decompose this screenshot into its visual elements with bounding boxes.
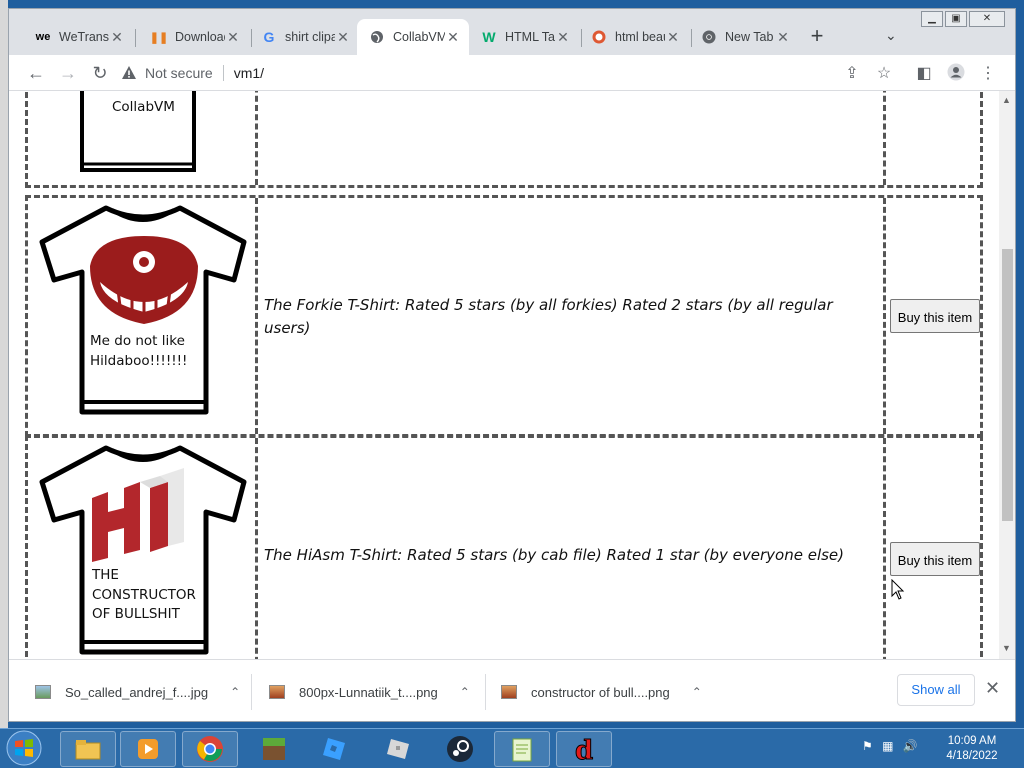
globe-icon xyxy=(369,29,385,45)
google-icon: G xyxy=(263,29,275,45)
roblox-studio-taskbar-button[interactable] xyxy=(306,731,362,767)
mouse-cursor xyxy=(891,579,905,600)
scroll-up-arrow-icon[interactable]: ▲ xyxy=(1002,95,1011,105)
security-label[interactable]: Not secure xyxy=(145,65,213,81)
maximize-button[interactable]: ▣ xyxy=(945,11,967,27)
forward-button[interactable]: → xyxy=(57,63,79,83)
menu-kebab-icon[interactable]: ⋮ xyxy=(977,63,999,83)
table-row: CollabVM xyxy=(25,91,983,188)
shirt-text: Me do not like Hildaboo!!!!!!! xyxy=(90,333,188,369)
download-icon: ❚❚ xyxy=(149,31,169,44)
taskbar: d ⚑ ▦ 🔊 10:09 AM 4/18/2022 xyxy=(0,728,1024,768)
image-file-icon xyxy=(35,685,51,699)
browser-window: ▁ ▣ ✕ we WeTransfer ✕ ❚❚ Downloads ✕ G s… xyxy=(8,8,1016,722)
desktop-background xyxy=(0,0,8,730)
warning-icon[interactable] xyxy=(121,65,137,81)
shirt-text: CollabVM xyxy=(112,99,175,115)
minimize-button[interactable]: ▁ xyxy=(921,11,943,27)
download-bar: So_called_andrej_f....jpg ⌃ 800px-Lunnat… xyxy=(9,659,1015,721)
tab-wetransfer[interactable]: we WeTransfer ✕ xyxy=(23,19,133,55)
chrome-icon xyxy=(197,736,223,762)
chevron-up-icon[interactable]: ⌃ xyxy=(692,685,702,699)
close-tab-icon[interactable]: ✕ xyxy=(335,29,351,46)
tab-shirt-clipart[interactable]: G shirt clipart ✕ xyxy=(249,19,359,55)
svg-text:d: d xyxy=(575,736,593,763)
roblox-taskbar-button[interactable] xyxy=(370,731,426,767)
tab-new-tab[interactable]: New Tab ✕ xyxy=(689,19,799,55)
chevron-up-icon[interactable]: ⌃ xyxy=(460,685,470,699)
close-tab-icon[interactable]: ✕ xyxy=(225,29,241,46)
duckduckgo-icon xyxy=(591,29,607,45)
notepad-plus-plus-icon xyxy=(512,738,532,762)
minecraft-taskbar-button[interactable] xyxy=(246,731,302,767)
chrome-taskbar-button[interactable] xyxy=(182,731,238,767)
taskbar-clock[interactable]: 10:09 AM 4/18/2022 xyxy=(946,734,998,764)
minecraft-icon xyxy=(263,738,285,760)
media-player-taskbar-button[interactable] xyxy=(120,731,176,767)
shirt-image xyxy=(39,205,247,415)
url-text[interactable]: vm1/ xyxy=(234,65,264,81)
side-panel-icon[interactable]: ◧ xyxy=(913,63,935,83)
back-button[interactable]: ← xyxy=(25,63,47,83)
flag-icon[interactable]: ⚑ xyxy=(862,739,873,753)
network-icon[interactable]: ▦ xyxy=(882,739,893,753)
profile-icon[interactable] xyxy=(945,63,967,86)
page-scrollbar[interactable]: ▲ ▼ xyxy=(999,91,1015,659)
image-file-icon xyxy=(269,685,285,699)
tab-downloads[interactable]: ❚❚ Downloads ✕ xyxy=(139,19,249,55)
image-file-icon xyxy=(501,685,517,699)
bookmark-star-icon[interactable]: ☆ xyxy=(873,63,895,83)
download-item[interactable]: constructor of bull....png ⌃ xyxy=(501,678,702,706)
steam-taskbar-button[interactable] xyxy=(432,731,488,767)
folder-icon xyxy=(75,740,101,760)
buy-item-button[interactable]: Buy this item xyxy=(890,542,980,576)
address-bar[interactable]: Not secure vm1/ xyxy=(121,59,901,87)
chevron-up-icon[interactable]: ⌃ xyxy=(230,685,240,699)
tab-search-button[interactable]: ⌄ xyxy=(885,27,897,44)
steam-icon xyxy=(447,736,473,762)
chrome-icon xyxy=(701,29,717,45)
roblox-studio-icon xyxy=(323,738,345,760)
share-icon[interactable]: ⇪ xyxy=(841,63,863,83)
shirt-image xyxy=(39,445,247,655)
volume-icon[interactable]: 🔊 xyxy=(903,739,918,753)
new-tab-button[interactable]: + xyxy=(805,25,829,47)
close-download-bar-icon[interactable]: ✕ xyxy=(985,678,1000,699)
red-d-app-icon: d xyxy=(575,736,594,764)
media-player-icon xyxy=(138,739,158,759)
start-button[interactable] xyxy=(4,729,48,768)
table-row: Me do not like Hildaboo!!!!!!! The Forki… xyxy=(25,195,983,437)
download-item[interactable]: 800px-Lunnatiik_t....png ⌃ xyxy=(269,678,470,706)
reload-button[interactable]: ↻ xyxy=(89,63,111,83)
close-tab-icon[interactable]: ✕ xyxy=(555,29,571,46)
tab-strip: ▁ ▣ ✕ we WeTransfer ✕ ❚❚ Downloads ✕ G s… xyxy=(9,9,1015,55)
close-tab-icon[interactable]: ✕ xyxy=(665,29,681,46)
roblox-icon xyxy=(387,739,409,759)
item-description: The HiAsm T-Shirt: Rated 5 stars (by cab… xyxy=(264,546,845,564)
close-tab-icon[interactable]: ✕ xyxy=(775,29,791,46)
notepadplusplus-taskbar-button[interactable] xyxy=(494,731,550,767)
explorer-taskbar-button[interactable] xyxy=(60,731,116,767)
scroll-down-arrow-icon[interactable]: ▼ xyxy=(1002,643,1011,653)
download-item[interactable]: So_called_andrej_f....jpg ⌃ xyxy=(35,678,240,706)
close-tab-icon[interactable]: ✕ xyxy=(109,29,125,46)
table-row: THE CONSTRUCTOR OF BULLSHIT The HiAsm T-… xyxy=(25,435,983,659)
system-tray: ⚑ ▦ 🔊 xyxy=(862,739,918,753)
tab-html-tables[interactable]: W HTML Tables ✕ xyxy=(469,19,579,55)
tab-collabvm[interactable]: CollabVM ✕ xyxy=(357,19,469,55)
page-content: CollabVM Me do not like Hildaboo!!!!!!! … xyxy=(9,91,999,659)
browser-toolbar: ← → ↻ Not secure vm1/ ⇪ ☆ ◧ ⋮ xyxy=(9,55,1015,91)
item-description: The Forkie T-Shirt: Rated 5 stars (by al… xyxy=(264,296,833,337)
w3schools-icon: W xyxy=(482,29,496,45)
shirt-text: THE CONSTRUCTOR OF BULLSHIT xyxy=(92,567,196,622)
close-window-button[interactable]: ✕ xyxy=(969,11,1005,27)
show-all-downloads-button[interactable]: Show all xyxy=(897,674,975,706)
close-tab-icon[interactable]: ✕ xyxy=(445,29,461,46)
scroll-thumb[interactable] xyxy=(1002,249,1013,521)
wetransfer-icon: we xyxy=(35,31,51,43)
windows-start-icon xyxy=(6,730,42,766)
tab-html-beautifier[interactable]: html beautifier ✕ xyxy=(579,19,689,55)
buy-item-button[interactable]: Buy this item xyxy=(890,299,980,333)
app-taskbar-button[interactable]: d xyxy=(556,731,612,767)
